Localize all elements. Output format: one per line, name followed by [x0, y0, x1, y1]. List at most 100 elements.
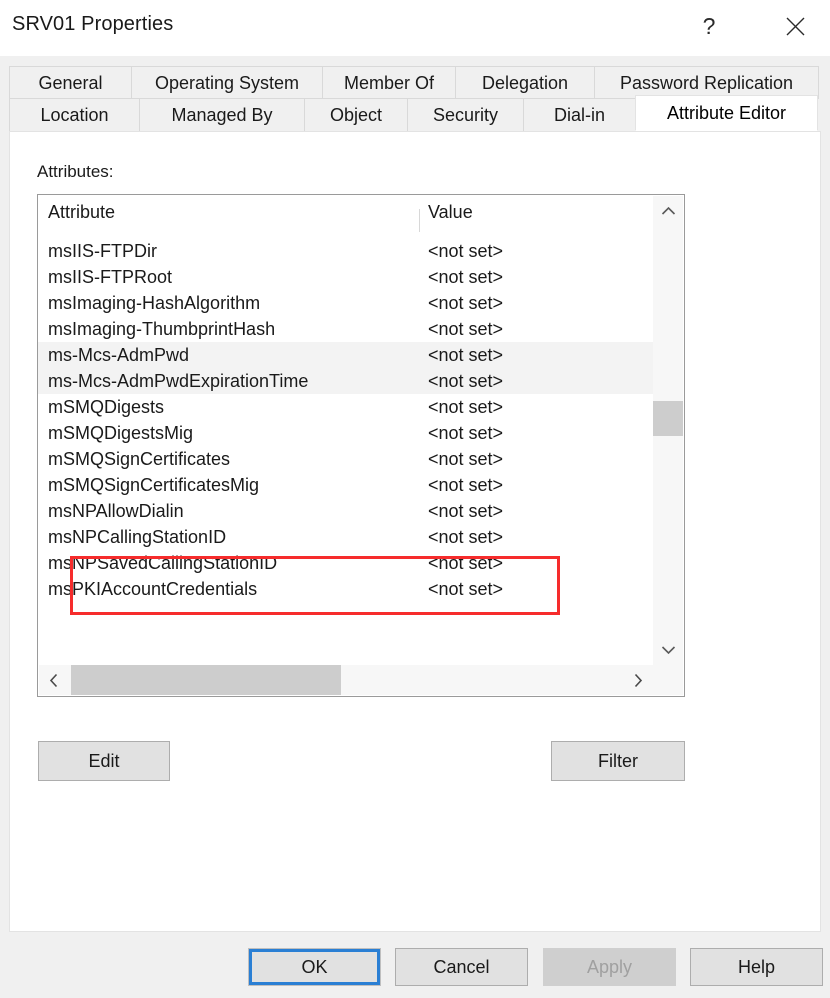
window-title: SRV01 Properties: [12, 13, 173, 36]
attribute-editor-panel: Attributes: Attribute Value msIIS-FTPDir…: [9, 131, 821, 932]
attribute-name: msImaging-ThumbprintHash: [48, 316, 275, 342]
horizontal-scrollbar[interactable]: [39, 665, 683, 695]
attributes-listbox[interactable]: Attribute Value msIIS-FTPDir <not set> ms…: [37, 194, 685, 697]
table-row[interactable]: msNPSavedCallingStationID <not set>: [38, 550, 653, 576]
table-row[interactable]: mSMQSignCertificatesMig <not set>: [38, 472, 653, 498]
attribute-value: <not set>: [428, 290, 503, 316]
attribute-value: <not set>: [428, 368, 503, 394]
tab-label: Delegation: [482, 73, 568, 94]
tab-strip: General Operating System Member Of Deleg…: [9, 66, 821, 134]
dialog-footer: OK Cancel Apply Help: [0, 932, 830, 998]
table-row-ms-mcs-admpwdexpirationtime[interactable]: ms-Mcs-AdmPwdExpirationTime <not set>: [38, 368, 653, 394]
tab-general[interactable]: General: [9, 66, 132, 99]
column-divider[interactable]: [419, 209, 420, 232]
vertical-scrollbar[interactable]: [653, 196, 683, 665]
table-row[interactable]: msIIS-FTPDir <not set>: [38, 238, 653, 264]
tab-location[interactable]: Location: [9, 98, 140, 131]
ok-button[interactable]: OK: [248, 948, 381, 986]
table-row[interactable]: msImaging-ThumbprintHash <not set>: [38, 316, 653, 342]
attributes-rows: msIIS-FTPDir <not set> msIIS-FTPRoot <not …: [38, 238, 653, 602]
attribute-value: <not set>: [428, 264, 503, 290]
chevron-up-glyph: [661, 206, 676, 216]
tab-label: Member Of: [344, 73, 434, 94]
chevron-down-icon[interactable]: [653, 635, 683, 665]
attribute-value: <not set>: [428, 524, 503, 550]
table-row[interactable]: mSMQDigestsMig <not set>: [38, 420, 653, 446]
attribute-name: mSMQSignCertificates: [48, 446, 230, 472]
attribute-name: msNPCallingStationID: [48, 524, 226, 550]
chevron-right-icon[interactable]: [623, 665, 653, 695]
table-row[interactable]: msIIS-FTPRoot <not set>: [38, 264, 653, 290]
close-glyph: [784, 15, 807, 38]
help-button[interactable]: Help: [690, 948, 823, 986]
table-row[interactable]: mSMQDigests <not set>: [38, 394, 653, 420]
attribute-name: msNPAllowDialin: [48, 498, 184, 524]
title-bar: SRV01 Properties ?: [0, 0, 830, 56]
attribute-name: msIIS-FTPRoot: [48, 264, 172, 290]
tab-row-2: Location Managed By Object Security Dial…: [9, 98, 817, 131]
tab-label: General: [38, 73, 102, 94]
chevron-right-glyph: [633, 673, 643, 688]
attributes-label: Attributes:: [37, 162, 114, 182]
chevron-up-icon[interactable]: [653, 196, 683, 226]
table-row[interactable]: msNPCallingStationID <not set>: [38, 524, 653, 550]
attribute-value: <not set>: [428, 238, 503, 264]
list-header: Attribute Value: [38, 202, 653, 228]
chevron-left-icon[interactable]: [39, 665, 69, 695]
column-header-value[interactable]: Value: [428, 202, 473, 223]
tab-label: Security: [433, 105, 498, 126]
scrollbar-corner: [653, 665, 683, 695]
tab-delegation[interactable]: Delegation: [455, 66, 595, 99]
chevron-down-glyph: [661, 645, 676, 655]
close-icon[interactable]: [772, 4, 818, 48]
attribute-name: msNPSavedCallingStationID: [48, 550, 277, 576]
tab-label: Dial-in: [554, 105, 605, 126]
column-header-attribute[interactable]: Attribute: [48, 202, 115, 223]
vertical-scrollbar-thumb[interactable]: [653, 401, 683, 436]
tab-operating-system[interactable]: Operating System: [131, 66, 323, 99]
tab-member-of[interactable]: Member Of: [322, 66, 456, 99]
chevron-left-glyph: [49, 673, 59, 688]
filter-button[interactable]: Filter: [551, 741, 685, 781]
tab-label: Password Replication: [620, 73, 793, 94]
attribute-value: <not set>: [428, 576, 503, 602]
attribute-name: mSMQDigests: [48, 394, 164, 420]
tab-attribute-editor[interactable]: Attribute Editor: [635, 95, 818, 131]
attribute-name: msIIS-FTPDir: [48, 238, 157, 264]
attribute-value: <not set>: [428, 316, 503, 342]
tab-label: Managed By: [171, 105, 272, 126]
table-row-ms-mcs-admpwd[interactable]: ms-Mcs-AdmPwd <not set>: [38, 342, 653, 368]
attribute-name: mSMQSignCertificatesMig: [48, 472, 259, 498]
table-row[interactable]: msNPAllowDialin <not set>: [38, 498, 653, 524]
apply-button: Apply: [543, 948, 676, 986]
attribute-name: msImaging-HashAlgorithm: [48, 290, 260, 316]
attribute-name: mSMQDigestsMig: [48, 420, 193, 446]
tab-label: Object: [330, 105, 382, 126]
attribute-value: <not set>: [428, 550, 503, 576]
horizontal-scrollbar-thumb[interactable]: [71, 665, 341, 695]
help-icon[interactable]: ?: [686, 4, 732, 48]
attribute-name: msPKIAccountCredentials: [48, 576, 257, 602]
attribute-value: <not set>: [428, 394, 503, 420]
attribute-value: <not set>: [428, 498, 503, 524]
cancel-button[interactable]: Cancel: [395, 948, 528, 986]
attribute-value: <not set>: [428, 420, 503, 446]
attribute-value: <not set>: [428, 342, 503, 368]
attribute-value: <not set>: [428, 472, 503, 498]
table-row[interactable]: msImaging-HashAlgorithm <not set>: [38, 290, 653, 316]
tab-security[interactable]: Security: [407, 98, 524, 131]
attribute-name: ms-Mcs-AdmPwd: [48, 342, 189, 368]
edit-button[interactable]: Edit: [38, 741, 170, 781]
tab-label: Attribute Editor: [667, 103, 786, 124]
table-row[interactable]: msPKIAccountCredentials <not set>: [38, 576, 653, 602]
tab-managed-by[interactable]: Managed By: [139, 98, 305, 131]
properties-dialog: SRV01 Properties ? General Operating Sys…: [0, 0, 830, 998]
tab-label: Operating System: [155, 73, 299, 94]
tab-label: Location: [40, 105, 108, 126]
tab-dial-in[interactable]: Dial-in: [523, 98, 636, 131]
tab-object[interactable]: Object: [304, 98, 408, 131]
attribute-value: <not set>: [428, 446, 503, 472]
attributes-list-viewport: Attribute Value msIIS-FTPDir <not set> ms…: [38, 195, 653, 666]
table-row[interactable]: mSMQSignCertificates <not set>: [38, 446, 653, 472]
attribute-name: ms-Mcs-AdmPwdExpirationTime: [48, 368, 308, 394]
